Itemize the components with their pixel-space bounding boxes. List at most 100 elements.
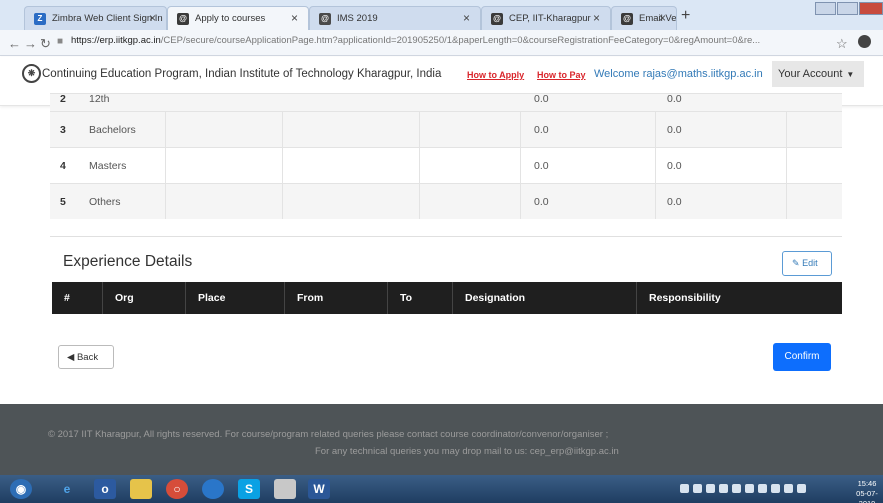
iit-logo-icon: @: [491, 13, 503, 25]
arrow-left-icon: ◀: [67, 352, 75, 363]
iit-logo-icon: ❋: [22, 64, 41, 83]
tray-icon[interactable]: [784, 484, 793, 493]
url-path: /CEP/secure/courseApplicationPage.htm?ap…: [160, 35, 761, 46]
tray-icon[interactable]: [758, 484, 767, 493]
lock-icon: ■: [57, 36, 64, 47]
tray-icon[interactable]: [745, 484, 754, 493]
close-tab-icon[interactable]: ×: [291, 11, 298, 25]
os-taskbar: ◉ e o ○ S W 15:46 05-07-2019: [0, 475, 883, 503]
site-title[interactable]: Continuing Education Program, Indian Ins…: [42, 68, 441, 80]
table-cell: [419, 184, 420, 219]
tray-icon[interactable]: [732, 484, 741, 493]
address-bar-row: ← → ↻ ■ https://erp.iitkgp.ac.in/CEP/sec…: [0, 30, 883, 56]
value-cell: 0.0: [667, 160, 682, 172]
experience-table-header: # Org Place From To Designation Responsi…: [52, 282, 842, 314]
url-domain: https://erp.iitkgp.ac.in: [71, 35, 161, 46]
tray-icon[interactable]: [771, 484, 780, 493]
forward-arrow-icon[interactable]: →: [24, 36, 37, 51]
browser-tab[interactable]: @ IMS 2019 ×: [309, 6, 481, 30]
tray-icon[interactable]: [706, 484, 715, 493]
firefox-icon[interactable]: [202, 479, 224, 499]
degree-name: 12th: [89, 93, 110, 105]
caret-down-icon: ▼: [846, 70, 855, 79]
degree-name: Others: [89, 196, 121, 208]
column-header: Org: [102, 282, 134, 314]
column-header: To: [387, 282, 412, 314]
skype-icon[interactable]: S: [238, 479, 260, 499]
row-number: 3: [60, 124, 66, 136]
browser-tab-strip: Z Zimbra Web Client Sign In × @ Apply to…: [0, 0, 883, 30]
maximize-button[interactable]: [837, 2, 858, 15]
column-header: From: [284, 282, 323, 314]
row-number: 2: [60, 93, 66, 105]
url-field[interactable]: ■ https://erp.iitkgp.ac.in/CEP/secure/co…: [57, 35, 827, 51]
reload-icon[interactable]: ↻: [40, 36, 51, 52]
site-footer: © 2017 IIT Kharagpur, All rights reserve…: [0, 404, 883, 475]
back-arrow-icon[interactable]: ←: [8, 36, 21, 51]
folder-icon[interactable]: [130, 479, 152, 499]
section-divider: [50, 236, 842, 237]
browser-tab[interactable]: @ Apply to courses ×: [167, 6, 309, 30]
row-number: 5: [60, 196, 66, 208]
start-button-icon[interactable]: ◉: [10, 479, 32, 499]
table-row: 4 Masters 0.0 0.0: [50, 147, 842, 183]
back-button[interactable]: ◀ Back: [58, 345, 114, 369]
close-tab-icon[interactable]: ×: [463, 11, 470, 25]
outlook-icon[interactable]: o: [94, 479, 116, 499]
browser-tab[interactable]: Z Zimbra Web Client Sign In ×: [24, 6, 167, 30]
your-account-dropdown[interactable]: Your Account ▼: [772, 61, 864, 87]
table-cell: [165, 184, 166, 219]
tab-title: IMS 2019: [337, 13, 378, 24]
iit-logo-icon: @: [177, 13, 189, 25]
table-cell: [282, 148, 283, 183]
ie-icon[interactable]: e: [56, 479, 78, 499]
edit-icon: ✎: [792, 258, 800, 268]
table-cell: [655, 148, 656, 183]
taskbar-clock[interactable]: 15:46 05-07-2019: [851, 479, 883, 503]
welcome-text: Welcome rajas@maths.iitkgp.ac.in: [594, 68, 763, 80]
bookmark-star-icon[interactable]: ☆: [836, 36, 848, 52]
system-tray: [680, 484, 830, 494]
column-header: Responsibility: [636, 282, 721, 314]
window-controls: [814, 2, 883, 15]
row-number: 4: [60, 160, 66, 172]
word-icon[interactable]: W: [308, 479, 330, 499]
table-cell: [786, 148, 787, 183]
edit-label: Edit: [802, 258, 818, 268]
tab-title: CEP, IIT-Kharagpur: [509, 13, 591, 24]
iit-logo-icon: @: [621, 13, 633, 25]
zimbra-icon: Z: [34, 13, 46, 25]
edit-experience-button[interactable]: ✎ Edit: [782, 251, 832, 276]
confirm-button[interactable]: Confirm: [773, 343, 831, 371]
tab-title: Apply to courses: [195, 13, 266, 24]
close-tab-icon[interactable]: ×: [593, 11, 600, 25]
table-cell: [655, 112, 656, 147]
clock-time: 15:46: [857, 479, 877, 488]
new-tab-button[interactable]: +: [681, 7, 690, 25]
tray-icon[interactable]: [797, 484, 806, 493]
browser-tab[interactable]: @ Email Verification Link Sent ×: [611, 6, 677, 30]
paint-icon[interactable]: [274, 479, 296, 499]
value-cell: 0.0: [534, 93, 549, 105]
chrome-icon[interactable]: ○: [166, 479, 188, 499]
account-label: Your Account: [778, 68, 843, 80]
close-tab-icon[interactable]: ×: [659, 11, 666, 25]
minimize-button[interactable]: [815, 2, 836, 15]
degree-name: Bachelors: [89, 124, 136, 136]
how-to-apply-link[interactable]: How to Apply: [467, 70, 524, 80]
tray-icon[interactable]: [680, 484, 689, 493]
value-cell: 0.0: [667, 196, 682, 208]
profile-icon[interactable]: [858, 35, 871, 48]
tray-icon[interactable]: [693, 484, 702, 493]
table-cell: [419, 112, 420, 147]
experience-details-heading: Experience Details: [63, 253, 193, 270]
tray-icon[interactable]: [719, 484, 728, 493]
window-close-button[interactable]: [859, 2, 883, 15]
close-tab-icon[interactable]: ×: [149, 11, 156, 25]
value-cell: 0.0: [534, 160, 549, 172]
browser-tab[interactable]: @ CEP, IIT-Kharagpur ×: [481, 6, 611, 30]
column-header: Place: [185, 282, 225, 314]
table-cell: [786, 184, 787, 219]
table-cell: [165, 148, 166, 183]
how-to-pay-link[interactable]: How to Pay: [537, 70, 586, 80]
